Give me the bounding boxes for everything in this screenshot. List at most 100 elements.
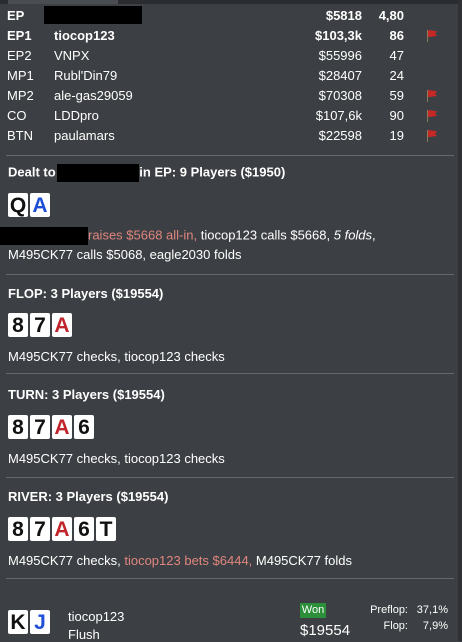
won-badge: Won (300, 603, 326, 618)
scrollbar[interactable] (458, 0, 462, 641)
red-flag-icon[interactable] (426, 130, 438, 143)
player-row[interactable]: MP1 Rubl'Din79 $28407 24 (0, 65, 452, 85)
player-name: paulamars (54, 127, 115, 143)
flop-cards: 87A (8, 313, 74, 339)
player-row[interactable]: EP1 tiocop123 $103,3k 86 (0, 25, 452, 45)
folds-text: 5 folds (333, 227, 373, 243)
river-title: RIVER: 3 Players ($19554) (8, 489, 169, 504)
player-row[interactable]: BTN paulamars $22598 19 (0, 125, 452, 145)
turn-cards: 87A6 (8, 415, 96, 441)
player-bb: 59 (389, 87, 404, 103)
equity-value-flop: 7,9% (422, 620, 448, 632)
player-stack: $103,3k (315, 27, 362, 43)
player-stack: $28407 (318, 67, 362, 83)
player-flag-cell (404, 105, 452, 125)
player-bb: 4,80 (378, 7, 404, 23)
player-row[interactable]: MP2 ale-gas29059 $70308 59 (0, 85, 452, 105)
equity-value-preflop: 37,1% (416, 604, 448, 616)
hole-cards: QA (8, 193, 52, 219)
players-table: EP $5818 4,80 EP1 tiocop123 $103,3k 86 EP2 VNPX $… (0, 5, 452, 145)
playing-card: K (8, 610, 28, 634)
equity-label-preflop: Preflop: (370, 604, 408, 616)
equity-label-flop: Flop: (383, 620, 408, 632)
river-check-text: M495CK77 checks, (8, 553, 125, 568)
player-flag-cell (404, 125, 452, 145)
red-flag-icon[interactable] (426, 110, 438, 123)
comma: , (372, 227, 376, 243)
player-position: MP2 (7, 87, 34, 103)
winner-hand: Flush (68, 627, 100, 642)
player-flag-cell (404, 25, 452, 45)
playing-card: A (52, 415, 72, 439)
playing-card: 7 (30, 415, 50, 439)
playing-card: 8 (8, 313, 28, 337)
player-position: EP1 (7, 27, 32, 43)
playing-card: 6 (74, 517, 94, 541)
player-bb: 47 (389, 47, 404, 63)
divider (6, 477, 454, 478)
player-position: MP1 (7, 67, 34, 83)
dealt-suffix: in EP: 9 Players ($1950) (139, 164, 286, 180)
flop-action: M495CK77 checks, tiocop123 checks (8, 349, 225, 364)
river-action: M495CK77 checks, tiocop123 bets $6444, M… (8, 553, 352, 568)
playing-card: T (96, 517, 116, 541)
divider (6, 373, 454, 374)
player-stack: $55996 (318, 47, 362, 63)
fold-text: M495CK77 folds (252, 553, 353, 568)
raise-text: raises $5668 all-in, (88, 227, 198, 243)
player-flag-cell (404, 5, 452, 25)
call-text: tiocop123 calls $5668, (197, 227, 334, 243)
divider (6, 578, 454, 579)
turn-title: TURN: 3 Players ($19554) (8, 387, 165, 402)
dealt-title: Dealt to in EP: 9 Players ($1950) (8, 164, 285, 182)
red-flag-icon[interactable] (426, 30, 438, 43)
river-cards: 87A6T (8, 517, 118, 543)
player-bb: 86 (389, 27, 404, 43)
player-name: VNPX (54, 47, 90, 63)
playing-card: 7 (30, 313, 50, 337)
playing-card: 8 (8, 517, 28, 541)
playing-card: J (30, 610, 50, 634)
playing-card: 7 (30, 517, 50, 541)
player-bb: 19 (389, 127, 404, 143)
divider (6, 274, 454, 275)
playing-card: 8 (8, 415, 28, 439)
player-position: BTN (7, 127, 33, 143)
player-stack: $5818 (325, 7, 362, 23)
top-strip (0, 0, 462, 4)
player-row[interactable]: CO LDDpro $107,6k 90 (0, 105, 452, 125)
player-name: ale-gas29059 (54, 87, 133, 103)
playing-card: A (52, 313, 72, 337)
playing-card: Q (8, 193, 28, 217)
redacted-name (44, 6, 142, 24)
player-stack: $22598 (318, 127, 362, 143)
player-name: LDDpro (54, 107, 99, 123)
divider (6, 155, 454, 156)
playing-card: A (52, 517, 72, 541)
player-name (44, 5, 260, 25)
red-flag-icon[interactable] (426, 90, 438, 103)
player-bb: 90 (389, 107, 404, 123)
player-flag-cell (404, 45, 452, 65)
redacted-name (0, 227, 88, 245)
player-bb: 24 (389, 67, 404, 83)
dealt-prefix: Dealt to (8, 164, 56, 180)
redacted-hero-name (57, 164, 140, 182)
flop-title: FLOP: 3 Players ($19554) (8, 286, 164, 301)
player-position: CO (7, 107, 27, 123)
player-name: tiocop123 (54, 27, 115, 43)
bet-text: tiocop123 bets $6444, (124, 553, 253, 568)
playing-card: A (30, 193, 50, 217)
player-flag-cell (404, 65, 452, 85)
pot-amount: $19554 (300, 622, 351, 639)
player-position: EP2 (7, 47, 32, 63)
player-row[interactable]: EP2 VNPX $55996 47 (0, 45, 452, 65)
player-name: Rubl'Din79 (54, 67, 118, 83)
player-stack: $107,6k (315, 107, 362, 123)
player-row[interactable]: EP $5818 4,80 (0, 5, 452, 25)
winner-cards: KJ (8, 610, 52, 636)
turn-action: M495CK77 checks, tiocop123 checks (8, 451, 225, 466)
playing-card: 6 (74, 415, 94, 439)
player-stack: $70308 (318, 87, 362, 103)
preflop-action-line1: raises $5668 all-in, tiocop123 calls $56… (0, 227, 376, 245)
